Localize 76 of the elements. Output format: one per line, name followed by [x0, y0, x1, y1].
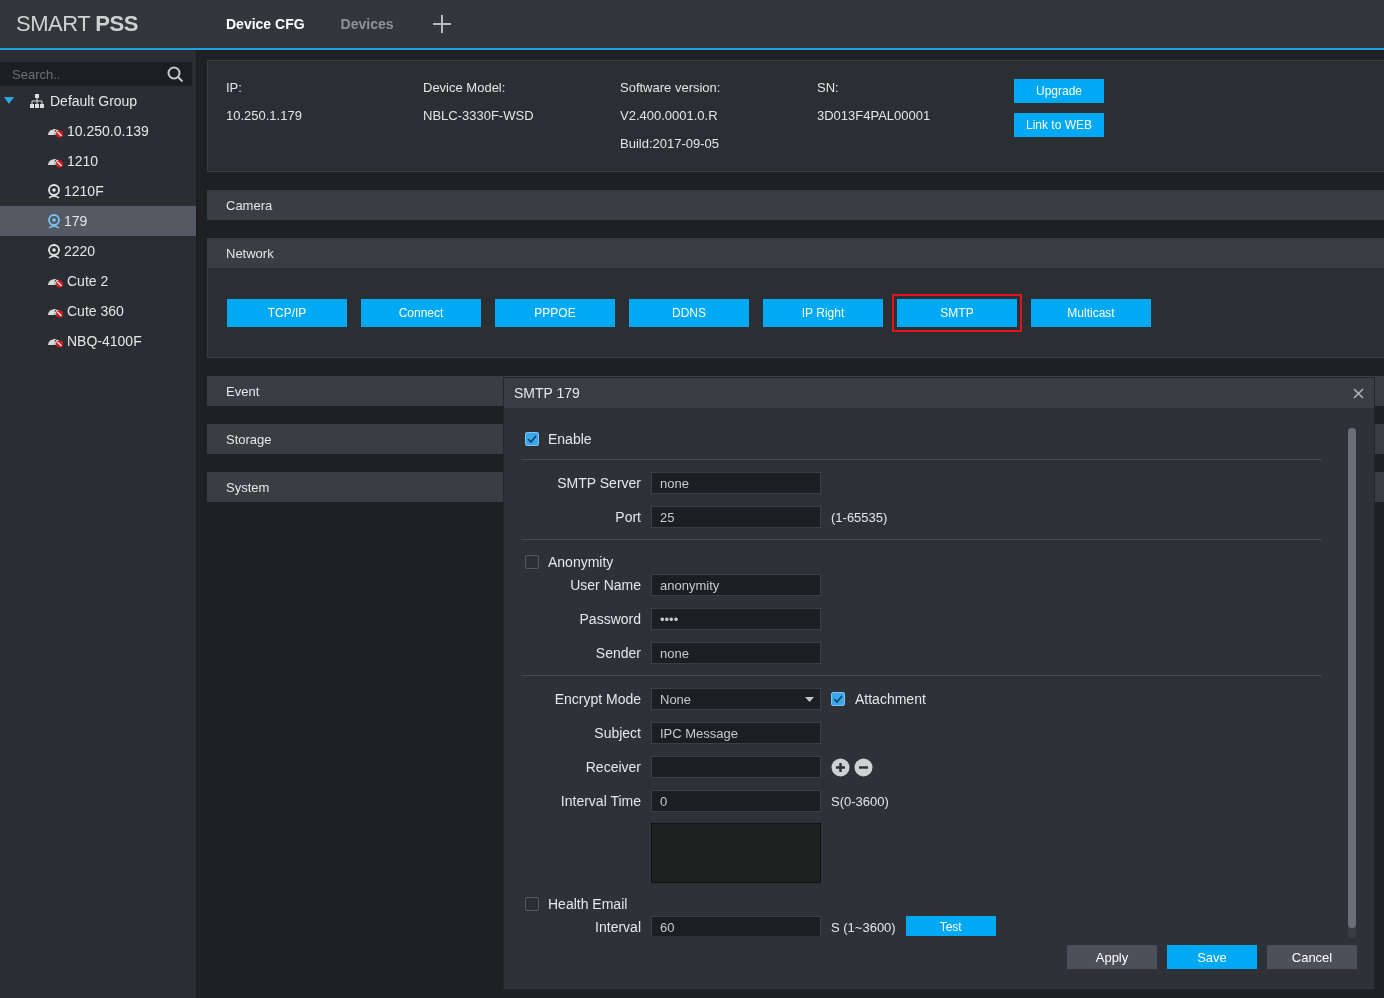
- checkbox-label: Anonymity: [548, 554, 614, 570]
- device-label: 1210: [67, 153, 99, 169]
- app-logo: SMART PSS: [15, 11, 139, 37]
- device-item[interactable]: 10.250.0.139: [0, 116, 196, 146]
- field-label: User Name: [569, 577, 641, 593]
- field-label: Subject: [593, 725, 641, 741]
- nav-tab[interactable]: Device CFG: [208, 0, 323, 48]
- device-item[interactable]: 179: [0, 206, 196, 236]
- field-label: Interval: [594, 919, 641, 935]
- device-label: 10.250.0.139: [67, 123, 149, 139]
- info-label: SN:: [817, 81, 840, 95]
- network-icon: [30, 94, 44, 108]
- scrollbar[interactable]: [1348, 428, 1356, 937]
- field-label: Interval Time: [559, 793, 641, 809]
- add-icon[interactable]: [831, 757, 850, 777]
- dropdown[interactable]: None: [651, 688, 821, 710]
- input-field[interactable]: ••••: [651, 608, 821, 630]
- field-label: SMTP Server: [556, 475, 641, 491]
- device-item[interactable]: NBQ-4100F: [0, 326, 196, 356]
- close-icon[interactable]: [1353, 387, 1364, 399]
- input-field[interactable]: 60: [651, 916, 821, 936]
- device-item[interactable]: Cute 2: [0, 266, 196, 296]
- dropdown-arrow-icon: [805, 696, 814, 702]
- input-field[interactable]: 0: [651, 790, 821, 812]
- dialog-button[interactable]: Apply: [1067, 945, 1157, 969]
- checkbox-label: Health Email: [548, 896, 628, 912]
- input-field[interactable]: IPC Message: [651, 722, 821, 744]
- field-label: Encrypt Mode: [553, 691, 641, 707]
- info-value: NBLC-3330F-WSD: [423, 109, 535, 123]
- section-header[interactable]: Network: [207, 238, 1384, 268]
- device-item[interactable]: 2220: [0, 236, 196, 266]
- field-label: Sender: [594, 645, 641, 661]
- info-value: Build:2017-09-05: [620, 137, 721, 151]
- device-label: 1210F: [64, 183, 104, 199]
- add-tab-icon[interactable]: [431, 14, 452, 34]
- checkbox-label: Attachment: [855, 691, 926, 707]
- device-label: 179: [64, 213, 88, 229]
- search-field[interactable]: Search..: [0, 62, 192, 86]
- input-field[interactable]: none: [651, 472, 821, 494]
- device-item[interactable]: Cute 360: [0, 296, 196, 326]
- checkbox-label: Enable: [548, 431, 592, 447]
- device-label: Cute 2: [67, 273, 109, 289]
- caret-icon[interactable]: [4, 97, 14, 105]
- device-item[interactable]: 1210F: [0, 176, 196, 206]
- checkbox[interactable]: [831, 692, 845, 706]
- section-header[interactable]: Camera: [207, 190, 1384, 220]
- range-hint: S(0-3600): [831, 793, 889, 809]
- device-label: 2220: [64, 243, 96, 259]
- remove-icon[interactable]: [854, 757, 873, 777]
- device-label: Cute 360: [67, 303, 124, 319]
- checkbox[interactable]: [525, 897, 539, 911]
- range-hint: (1-65535): [831, 509, 888, 525]
- search-icon[interactable]: [167, 66, 184, 83]
- info-label: Device Model:: [423, 81, 507, 95]
- info-label: IP:: [226, 81, 243, 95]
- dialog-button[interactable]: Cancel: [1267, 945, 1357, 969]
- tree-item[interactable]: Default Group: [0, 86, 196, 116]
- input-field[interactable]: 25: [651, 506, 821, 528]
- info-label: Software version:: [620, 81, 722, 95]
- input-field[interactable]: anonymity: [651, 574, 821, 596]
- field-label: Port: [614, 509, 641, 525]
- field-label: Receiver: [584, 759, 641, 775]
- field-label: Password: [578, 611, 641, 627]
- nav-tab[interactable]: Devices: [322, 0, 412, 48]
- device-item[interactable]: 1210: [0, 146, 196, 176]
- checkbox[interactable]: [525, 432, 539, 446]
- range-hint: S (1~3600): [831, 919, 896, 935]
- info-value: 10.250.1.179: [226, 109, 303, 123]
- device-label: NBQ-4100F: [67, 333, 142, 349]
- info-value: 3D013F4PAL00001: [817, 109, 932, 123]
- dialog-title: SMTP 179: [514, 385, 580, 401]
- info-value: V2.400.0001.0.R: [620, 109, 719, 123]
- group-label: Default Group: [50, 93, 138, 109]
- input-field[interactable]: none: [651, 642, 821, 664]
- input-field[interactable]: [651, 756, 821, 778]
- checkbox[interactable]: [525, 555, 539, 569]
